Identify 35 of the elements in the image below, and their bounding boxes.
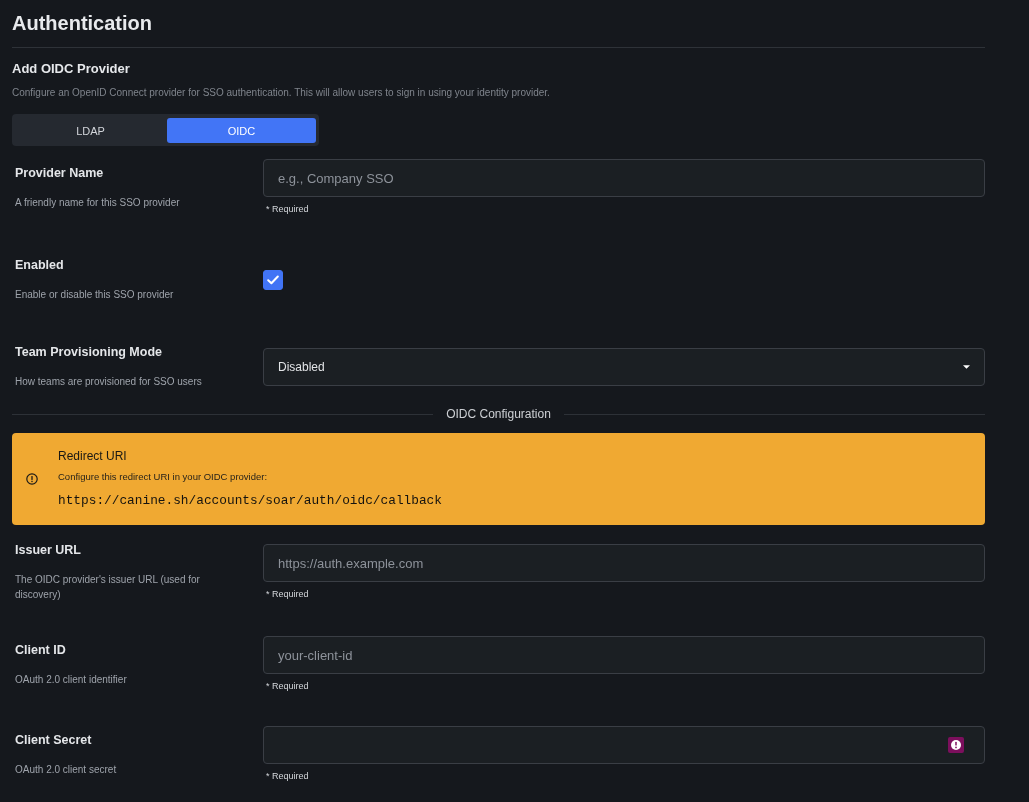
page-title: Authentication bbox=[12, 11, 152, 35]
text-field[interactable]: your-client-id bbox=[263, 636, 985, 674]
alert-title: Redirect URI bbox=[58, 448, 127, 464]
field-hint: How teams are provisioned for SSO users bbox=[15, 375, 202, 389]
checkmark-icon bbox=[267, 274, 279, 285]
text-field[interactable]: https://auth.example.com bbox=[263, 544, 985, 582]
field-hint: A friendly name for this SSO provider bbox=[15, 195, 180, 210]
required-note: * Required bbox=[266, 588, 309, 600]
tab[interactable]: LDAP bbox=[16, 118, 165, 143]
field-hint: OAuth 2.0 client identifier bbox=[15, 672, 127, 687]
select-dropdown[interactable]: Disabled bbox=[263, 347, 985, 386]
tab[interactable]: OIDC bbox=[167, 118, 316, 143]
section-description: Configure an OpenID Connect provider for SSO authentication. This will allow users to sign in using your identity provider. bbox=[12, 86, 550, 100]
required-note: * Required bbox=[266, 770, 309, 782]
required-note: * Required bbox=[266, 203, 309, 215]
field-label: Enabled bbox=[15, 257, 64, 273]
required-note: * Required bbox=[266, 680, 309, 692]
field-label: Provider Name bbox=[15, 164, 104, 181]
field-hint: The OIDC provider's issuer URL (used for discovery) bbox=[15, 573, 201, 602]
text-field[interactable]: e.g., Company SSO bbox=[263, 159, 985, 197]
field-hint: Enable or disable this SSO provider bbox=[15, 288, 174, 302]
password-field[interactable] bbox=[263, 726, 985, 764]
section-title: Add OIDC Provider bbox=[12, 61, 130, 77]
alert-message: Configure this redirect URI in your OIDC provider: bbox=[58, 470, 268, 484]
caret-icon bbox=[963, 364, 970, 369]
section-divider-label: OIDC Configuration bbox=[446, 406, 551, 422]
field-hint: OAuth 2.0 client secret bbox=[15, 762, 117, 777]
field-label: Issuer URL bbox=[15, 542, 81, 558]
field-label: Client ID bbox=[15, 641, 66, 658]
field-label: Client Secret bbox=[15, 731, 92, 748]
redirect-uri-text: https://canine.sh/accounts/soar/auth/oidc/callback bbox=[58, 492, 442, 510]
exclamation-icon[interactable] bbox=[948, 737, 964, 753]
info-icon bbox=[26, 473, 38, 485]
checkbox[interactable] bbox=[263, 269, 283, 290]
field-label: Team Provisioning Mode bbox=[15, 344, 162, 360]
